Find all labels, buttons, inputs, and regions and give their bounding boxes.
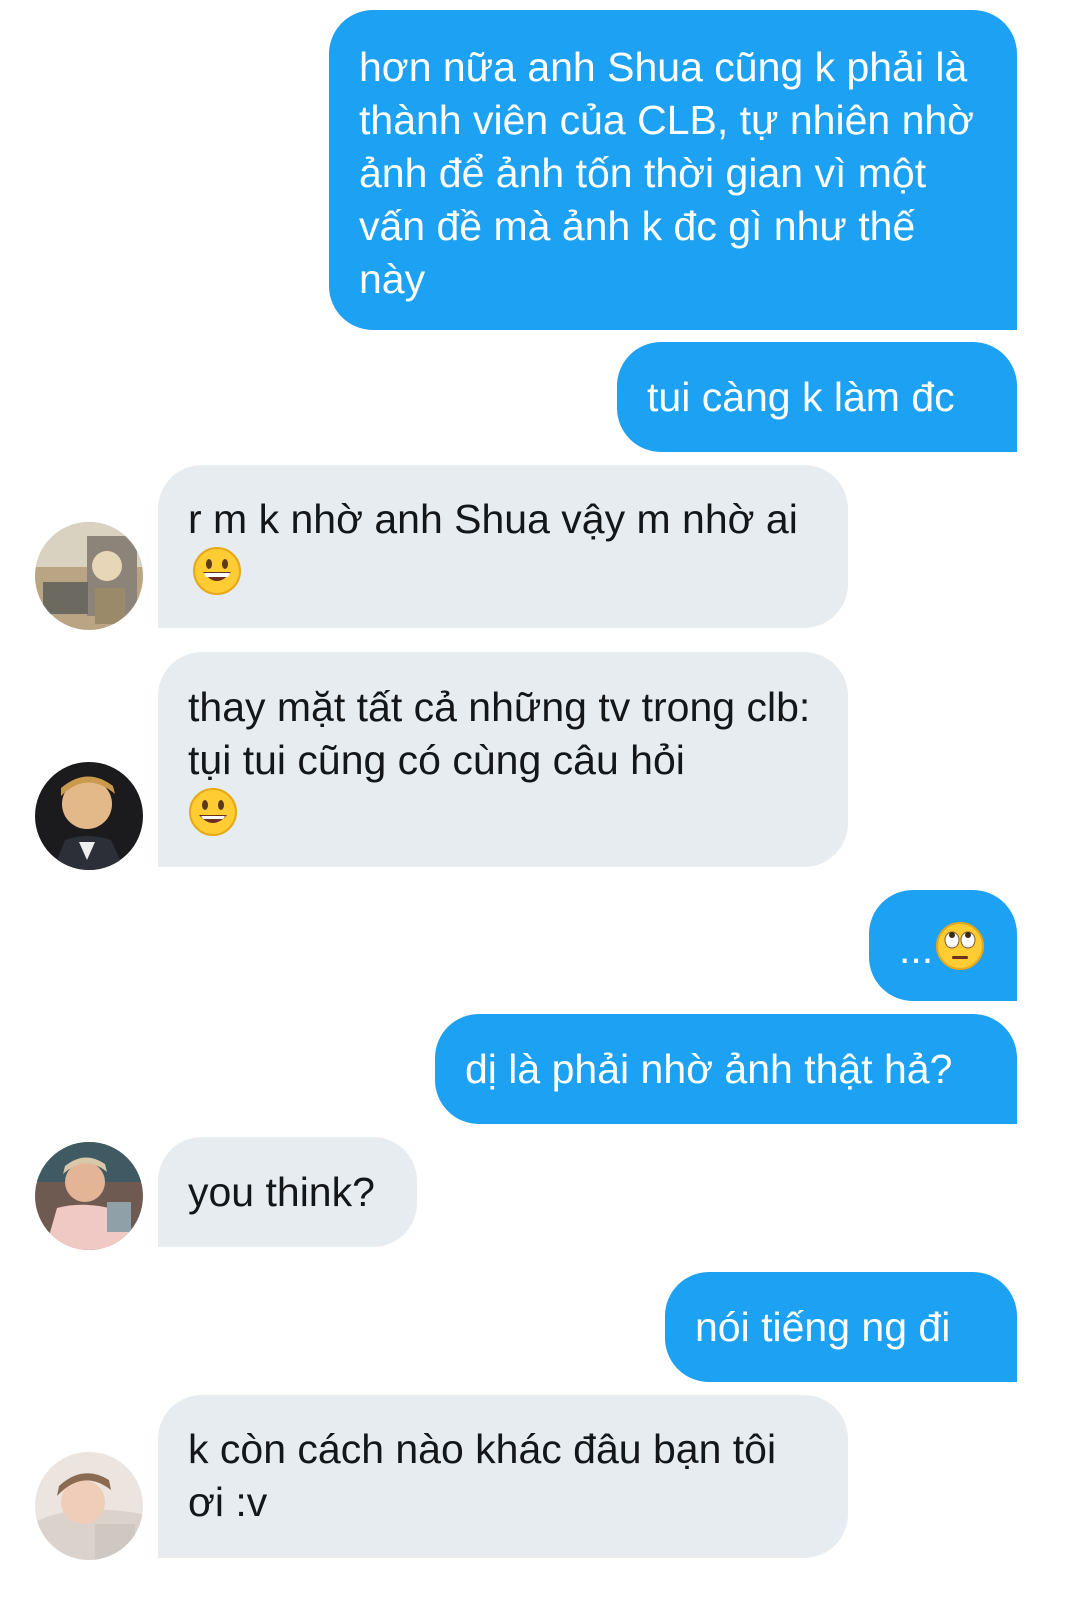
- outgoing-message[interactable]: hơn nữa anh Shua cũng k phải là thành vi…: [329, 10, 1017, 330]
- message-text: thay mặt tất cả những tv trong clb: tụi …: [188, 684, 811, 783]
- outgoing-message[interactable]: tui càng k làm đc: [617, 342, 1017, 452]
- user-avatar[interactable]: [35, 522, 143, 630]
- outgoing-message[interactable]: ...: [869, 890, 1017, 1001]
- outgoing-message[interactable]: nói tiếng ng đi: [665, 1272, 1017, 1382]
- rolling-eyes-icon: [935, 921, 985, 971]
- message-text: tui càng k làm đc: [647, 374, 955, 420]
- incoming-message[interactable]: you think?: [158, 1137, 417, 1247]
- message-text: r m k nhờ anh Shua vậy m nhờ ai: [188, 496, 798, 542]
- outgoing-message[interactable]: dị là phải nhờ ảnh thật hả?: [435, 1014, 1017, 1124]
- message-text: dị là phải nhờ ảnh thật hả?: [465, 1046, 953, 1092]
- message-text: hơn nữa anh Shua cũng k phải là thành vi…: [359, 44, 975, 302]
- message-text: you think?: [188, 1169, 375, 1215]
- incoming-message[interactable]: r m k nhờ anh Shua vậy m nhờ ai: [158, 465, 848, 628]
- message-text: k còn cách nào khác đâu bạn tôi ơi :v: [188, 1426, 777, 1525]
- user-avatar[interactable]: [35, 1452, 143, 1560]
- user-avatar[interactable]: [35, 1142, 143, 1250]
- user-avatar[interactable]: [35, 762, 143, 870]
- message-text: ...: [899, 926, 934, 972]
- incoming-message[interactable]: k còn cách nào khác đâu bạn tôi ơi :v: [158, 1395, 848, 1558]
- incoming-message[interactable]: thay mặt tất cả những tv trong clb: tụi …: [158, 652, 848, 867]
- grinning-face-icon: [192, 546, 242, 596]
- smiling-face-icon: [188, 787, 238, 837]
- message-text: nói tiếng ng đi: [695, 1304, 951, 1350]
